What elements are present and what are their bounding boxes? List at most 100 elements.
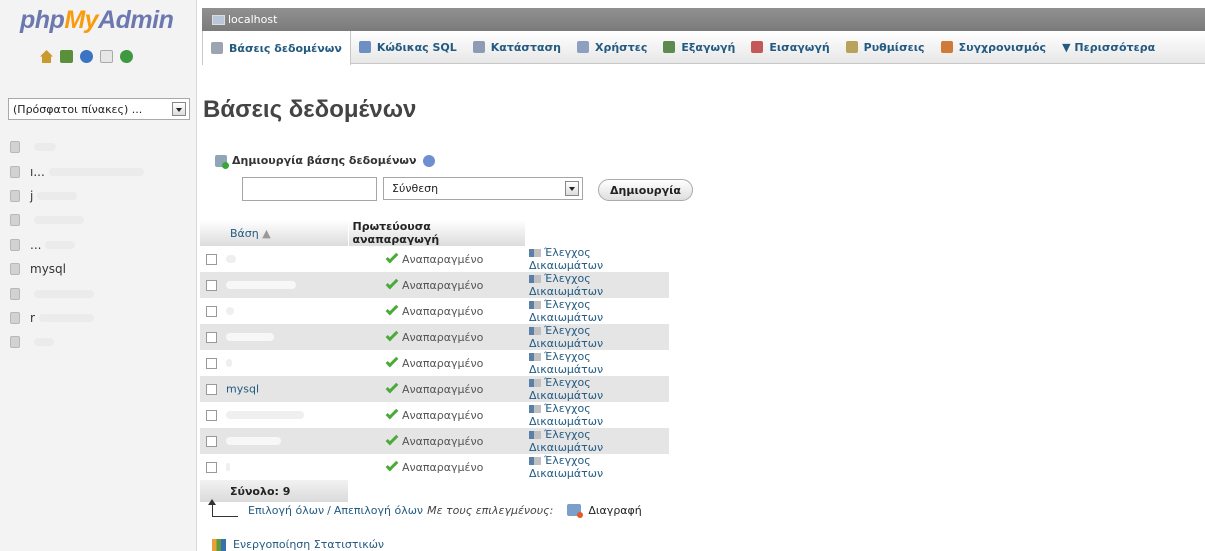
tab-users[interactable]: Χρήστες: [569, 31, 655, 63]
sidebar-item-database[interactable]: ı...: [10, 159, 190, 183]
database-name-link[interactable]: mysql: [226, 383, 259, 396]
table-row: Αναπαραγμένο Έλεγχος Δικαιωμάτων: [200, 324, 669, 350]
statistics-icon: [212, 538, 226, 551]
checkmark-icon: [385, 250, 399, 263]
row-checkbox[interactable]: [206, 305, 217, 317]
checkmark-icon: [385, 406, 399, 419]
sidebar-item-database[interactable]: [10, 281, 190, 305]
sidebar-item-database[interactable]: mysql: [10, 257, 190, 281]
row-checkbox[interactable]: [206, 409, 217, 421]
row-checkbox[interactable]: [206, 253, 217, 265]
tab-status[interactable]: Κατάσταση: [465, 31, 569, 63]
database-icon: [10, 141, 20, 154]
uncheck-all-link[interactable]: Απεπιλογή όλων: [334, 504, 423, 517]
sort-asc-icon: ▲: [262, 226, 271, 240]
sidebar-item-database[interactable]: [10, 208, 190, 232]
check-privileges-link[interactable]: Έλεγχος Δικαιωμάτων: [525, 324, 669, 350]
import-icon: [751, 41, 764, 53]
home-icon[interactable]: [40, 50, 53, 63]
sidebar-item-label: r: [30, 310, 35, 325]
check-privileges-link[interactable]: Έλεγχος Δικαιωμάτων: [525, 272, 669, 298]
tab-export[interactable]: Εξαγωγή: [655, 31, 743, 63]
sidebar-item-database[interactable]: [10, 135, 190, 159]
sync-icon: [940, 41, 953, 53]
row-checkbox[interactable]: [206, 357, 217, 369]
tab-database[interactable]: Βάσεις δεδομένων: [202, 31, 351, 65]
drop-button[interactable]: Διαγραφή: [588, 504, 641, 517]
check-privileges-link[interactable]: Έλεγχος Δικαιωμάτων: [525, 376, 669, 402]
check-privileges-link[interactable]: Έλεγχος Δικαιωμάτων: [525, 298, 669, 324]
drop-icon[interactable]: [567, 504, 584, 518]
tab-sql[interactable]: Κώδικας SQL: [351, 31, 465, 63]
server-link[interactable]: localhost: [228, 13, 277, 26]
sidebar-item-label: ı...: [30, 164, 45, 179]
database-icon: [10, 189, 20, 202]
replication-status: Αναπαραγμένο: [402, 304, 484, 318]
bulk-actions: Επιλογή όλων / Απεπιλογή όλων Με τους επ…: [208, 499, 642, 518]
logout-icon[interactable]: [60, 50, 73, 63]
check-privileges-link[interactable]: Έλεγχος Δικαιωμάτων: [525, 454, 669, 480]
export-icon: [663, 41, 676, 53]
table-row: Αναπαραγμένο Έλεγχος Δικαιωμάτων: [200, 428, 669, 454]
create-database-icon: [215, 154, 229, 169]
status-icon: [472, 41, 485, 53]
replication-status: Αναπαραγμένο: [402, 356, 484, 370]
table-row: Αναπαραγμένο Έλεγχος Δικαιωμάτων: [200, 350, 669, 376]
recent-tables-select[interactable]: (Πρόσφατοι πίνακες) ...: [8, 98, 190, 120]
docs-icon[interactable]: [100, 50, 113, 63]
tab-import[interactable]: Εισαγωγή: [743, 31, 837, 63]
row-checkbox[interactable]: [206, 435, 217, 447]
privileges-icon: [529, 405, 541, 413]
check-privileges-link[interactable]: Έλεγχος Δικαιωμάτων: [525, 246, 669, 272]
chevron-down-icon[interactable]: [565, 181, 579, 196]
database-icon: [10, 263, 20, 276]
database-icon: [10, 311, 20, 324]
chevron-down-icon[interactable]: [172, 102, 186, 116]
column-header-replication: Πρωτεύουσα αναπαραγωγή: [348, 220, 526, 246]
checkmark-icon: [385, 380, 399, 393]
database-tree: ı... j... mysql r: [10, 135, 190, 355]
tab-sync[interactable]: Συγχρονισμός: [933, 31, 1054, 63]
sidebar-item-database[interactable]: ...: [10, 233, 190, 257]
tab-settings[interactable]: Ρυθμίσεις: [838, 31, 933, 63]
redacted-text: [226, 281, 296, 290]
row-checkbox[interactable]: [206, 331, 217, 343]
check-privileges-link[interactable]: Έλεγχος Δικαιωμάτων: [525, 402, 669, 428]
redacted-text: [38, 313, 94, 322]
replication-status: Αναπαραγμένο: [402, 278, 484, 292]
create-button[interactable]: Δημιουργία: [598, 179, 693, 201]
row-checkbox[interactable]: [206, 461, 217, 473]
collation-select[interactable]: Σύνθεση: [383, 177, 583, 200]
row-checkbox[interactable]: [206, 279, 217, 291]
checkmark-icon: [385, 328, 399, 341]
reload-icon[interactable]: [120, 50, 133, 63]
check-privileges-link[interactable]: Έλεγχος Δικαιωμάτων: [525, 428, 669, 454]
column-header-database[interactable]: Βάση ▲: [200, 220, 349, 246]
sidebar-item-database[interactable]: j: [10, 184, 190, 208]
check-all-link[interactable]: Επιλογή όλων: [248, 504, 324, 517]
row-checkbox[interactable]: [206, 383, 217, 395]
check-privileges-link[interactable]: Έλεγχος Δικαιωμάτων: [525, 350, 669, 376]
sidebar-item-database[interactable]: [10, 330, 190, 354]
new-database-name-input[interactable]: [242, 177, 377, 201]
database-icon: [10, 238, 20, 251]
enable-statistics-link[interactable]: Ενεργοποίηση Στατιστικών: [212, 538, 384, 551]
replication-status: Αναπαραγμένο: [402, 408, 484, 422]
quick-links: [40, 50, 133, 63]
redacted-text: [34, 289, 94, 298]
help-icon[interactable]: [422, 154, 435, 167]
phpmyadmin-logo[interactable]: phpMyAdmin: [20, 6, 174, 35]
breadcrumb: localhost: [202, 8, 1205, 31]
checkmark-icon: [385, 458, 399, 471]
redacted-text: [226, 255, 236, 264]
replication-status: Αναπαραγμένο: [402, 330, 484, 344]
users-icon: [576, 41, 589, 53]
sidebar-item-label: mysql: [30, 262, 66, 277]
replication-status: Αναπαραγμένο: [402, 434, 484, 448]
total-row: Σύνολο: 9: [200, 480, 669, 502]
privileges-icon: [529, 275, 541, 283]
tab-more[interactable]: ▼ Περισσότερα: [1054, 31, 1163, 63]
sidebar-item-database[interactable]: r: [10, 306, 190, 330]
redacted-text: [226, 359, 232, 368]
help-icon[interactable]: [80, 50, 93, 63]
